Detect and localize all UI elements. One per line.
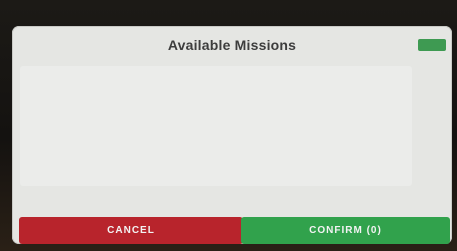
confirm-button[interactable]: CONFIRM (0) xyxy=(241,217,450,244)
mission-list[interactable] xyxy=(20,66,412,186)
cancel-button[interactable]: CANCEL xyxy=(19,217,243,244)
dialog-title: Available Missions xyxy=(167,37,297,53)
missions-dialog: Available Missions CANCEL CONFIRM (0) xyxy=(12,26,452,244)
game-screen: Available Missions CANCEL CONFIRM (0) xyxy=(0,0,457,251)
toggle-switch[interactable] xyxy=(418,39,446,51)
